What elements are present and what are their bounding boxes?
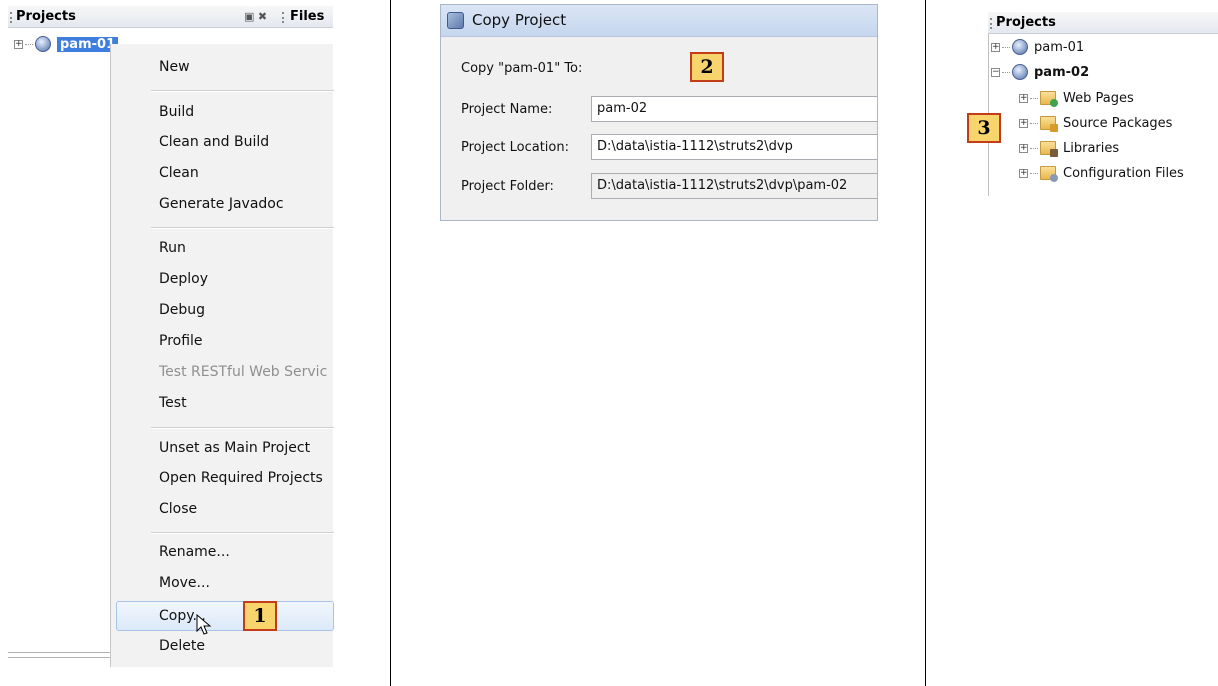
- projects-tab[interactable]: Projects: [16, 9, 76, 24]
- window-controls-icon[interactable]: ▣ ✖: [244, 10, 267, 23]
- menu-item-close[interactable]: Close: [159, 501, 197, 517]
- project-location-input[interactable]: D:\data\istia-1112\struts2\dvp: [591, 134, 877, 160]
- tree-row-config-files[interactable]: + Configuration Files: [1019, 164, 1184, 182]
- project-context-menu: New Build Clean and Build Clean Generate…: [110, 44, 334, 667]
- menu-item-build[interactable]: Build: [159, 104, 194, 120]
- scrollbar-area: [8, 652, 111, 658]
- menu-item-copy-highlight: [116, 601, 334, 631]
- divider-right: [925, 0, 926, 686]
- expand-icon[interactable]: +: [1019, 143, 1028, 153]
- projects-window-header: Projects ▣ ✖ Files: [8, 6, 333, 28]
- menu-separator: [151, 227, 334, 229]
- collapse-icon[interactable]: −: [991, 67, 1000, 77]
- project-folder-label: Project Folder:: [461, 179, 554, 194]
- tree-row-selected-project[interactable]: + pam-01: [14, 35, 119, 53]
- tree-row-web-pages[interactable]: + Web Pages: [1019, 89, 1134, 107]
- projects-tree: + pam-01 − pam-02 + Web Pages + Source P…: [988, 34, 1218, 196]
- menu-item-rename[interactable]: Rename...: [159, 544, 230, 560]
- node-label: Configuration Files: [1063, 165, 1184, 181]
- tree-row-source-packages[interactable]: + Source Packages: [1019, 114, 1172, 132]
- project-name-new: pam-02: [1034, 64, 1090, 80]
- tree-line: [1002, 71, 1010, 73]
- projects-tab-result[interactable]: Projects: [996, 15, 1056, 30]
- menu-item-clean-build[interactable]: Clean and Build: [159, 134, 269, 150]
- step-badge-2: 2: [690, 52, 724, 82]
- step-badge-3: 3: [967, 113, 1001, 143]
- tree-line: [25, 43, 33, 45]
- menu-item-deploy[interactable]: Deploy: [159, 271, 208, 287]
- menu-item-generate-javadoc[interactable]: Generate Javadoc: [159, 196, 284, 212]
- tree-row-libraries[interactable]: + Libraries: [1019, 139, 1119, 157]
- tree-line: [1030, 147, 1038, 149]
- node-label: Libraries: [1063, 140, 1120, 156]
- divider-left: [390, 0, 391, 686]
- web-project-icon: [1012, 64, 1028, 80]
- tree-line: [1030, 122, 1038, 124]
- tree-line: [1030, 172, 1038, 174]
- menu-separator: [151, 427, 334, 429]
- tree-line: [1030, 97, 1038, 99]
- menu-item-move[interactable]: Move...: [159, 575, 210, 591]
- menu-item-test-restful: Test RESTful Web Servic: [159, 364, 328, 380]
- project-name-label: Project Name:: [461, 102, 553, 117]
- files-grip-icon: [282, 12, 284, 23]
- expand-icon[interactable]: +: [991, 42, 1000, 52]
- menu-item-run[interactable]: Run: [159, 240, 186, 256]
- menu-separator: [151, 532, 334, 534]
- projects-window-header-result: Projects: [988, 12, 1218, 34]
- expand-icon[interactable]: +: [14, 39, 23, 49]
- copy-project-dialog: Copy Project Copy "pam-01" To: Project N…: [440, 4, 878, 221]
- libraries-folder-icon: [1040, 141, 1058, 157]
- web-project-icon: [35, 36, 51, 52]
- node-label: Web Pages: [1063, 90, 1134, 106]
- dialog-title: Copy Project: [472, 11, 567, 29]
- copy-heading: Copy "pam-01" To:: [461, 61, 583, 76]
- tree-row-pam-02[interactable]: − pam-02: [991, 63, 1089, 81]
- menu-item-test[interactable]: Test: [159, 395, 187, 411]
- mouse-cursor-icon: [196, 614, 212, 635]
- tree-line: [1002, 46, 1010, 48]
- menu-item-new[interactable]: New: [159, 59, 190, 75]
- expand-icon[interactable]: +: [1019, 93, 1028, 103]
- step-badge-1: 1: [243, 601, 277, 631]
- files-tab[interactable]: Files: [290, 9, 324, 24]
- menu-separator: [151, 90, 334, 92]
- project-name-input[interactable]: pam-02: [591, 96, 877, 122]
- web-pages-folder-icon: [1040, 91, 1058, 107]
- source-packages-folder-icon: [1040, 116, 1058, 132]
- menu-item-delete[interactable]: Delete: [159, 638, 205, 654]
- menu-item-profile[interactable]: Profile: [159, 333, 203, 349]
- web-project-icon: [1012, 39, 1028, 55]
- project-name-selected[interactable]: pam-01: [57, 36, 119, 52]
- expand-icon[interactable]: +: [1019, 168, 1028, 178]
- project-cube-icon: [447, 12, 464, 29]
- menu-item-unset-main[interactable]: Unset as Main Project: [159, 440, 310, 456]
- node-label: Source Packages: [1063, 115, 1173, 131]
- projects-grip-icon: [10, 12, 12, 23]
- tree-row-pam-01[interactable]: + pam-01: [991, 38, 1084, 56]
- project-name: pam-01: [1034, 39, 1085, 55]
- dialog-titlebar: Copy Project: [441, 5, 877, 37]
- project-location-label: Project Location:: [461, 140, 569, 155]
- project-folder-field: D:\data\istia-1112\struts2\dvp\pam-02: [591, 173, 877, 199]
- config-files-folder-icon: [1040, 166, 1058, 182]
- expand-icon[interactable]: +: [1019, 118, 1028, 128]
- projects-grip-icon: [990, 18, 992, 29]
- menu-item-debug[interactable]: Debug: [159, 302, 205, 318]
- menu-item-open-required[interactable]: Open Required Projects: [159, 470, 334, 486]
- menu-item-clean[interactable]: Clean: [159, 165, 199, 181]
